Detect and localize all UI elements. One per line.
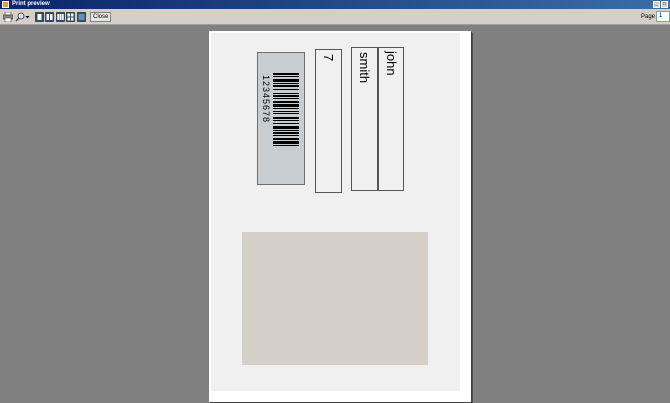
app-icon: [2, 1, 9, 8]
page-number-input[interactable]: 1: [656, 11, 670, 22]
number-field: 7: [315, 49, 342, 193]
preview-page: 12345678 7 smith john: [209, 31, 471, 402]
four-pages-icon: [66, 12, 75, 22]
barcode-text: 12345678: [261, 75, 271, 124]
toolbar: Close Page 1: [0, 9, 670, 25]
minimize-button[interactable]: _: [653, 1, 660, 8]
six-pages-icon: [77, 12, 86, 22]
number-text: 7: [321, 54, 336, 62]
maximize-button[interactable]: □: [661, 1, 668, 8]
six-pages-button[interactable]: [77, 12, 86, 22]
two-pages-icon: [45, 12, 54, 22]
magnifier-icon: [15, 12, 25, 22]
photo-placeholder: [242, 232, 428, 365]
window-title: Print preview: [12, 1, 50, 7]
title-bar: Print preview _ □: [0, 0, 670, 9]
first-name-text: john: [384, 51, 399, 76]
page-label: Page: [641, 14, 656, 20]
first-name-field: john: [378, 47, 404, 191]
printer-icon: [3, 12, 13, 22]
two-pages-button[interactable]: [45, 12, 54, 22]
barcode-icon: [273, 73, 299, 146]
chevron-down-icon: [25, 16, 30, 19]
four-pages-button[interactable]: [66, 12, 75, 22]
last-name-field: smith: [351, 47, 378, 191]
three-pages-icon: [56, 12, 65, 22]
one-page-icon: [35, 12, 44, 22]
label-area: 12345678 7 smith john: [211, 33, 460, 391]
one-page-button[interactable]: [35, 12, 44, 22]
zoom-button[interactable]: [15, 12, 25, 22]
three-pages-button[interactable]: [56, 12, 65, 22]
print-button[interactable]: [3, 12, 13, 22]
barcode-field: 12345678: [257, 52, 305, 185]
last-name-text: smith: [357, 52, 372, 84]
close-button[interactable]: Close: [90, 12, 112, 22]
zoom-dropdown[interactable]: [25, 12, 30, 22]
